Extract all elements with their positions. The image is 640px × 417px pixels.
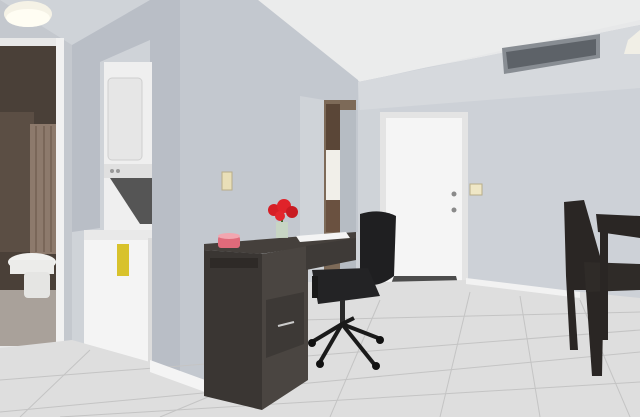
room-illustration [0, 0, 640, 417]
light-switch [221, 171, 233, 191]
ceiling-light-icon [4, 1, 52, 27]
apartment-photo [0, 0, 640, 417]
light-switch-right [469, 183, 483, 196]
stacked-washer-dryer [104, 62, 152, 232]
bathroom-doorway [0, 38, 64, 348]
candle [218, 233, 240, 248]
shower-curtain [30, 124, 56, 254]
